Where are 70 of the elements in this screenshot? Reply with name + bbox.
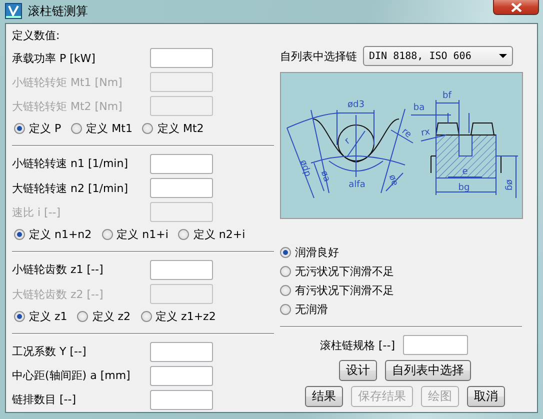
radio-button[interactable] bbox=[14, 123, 25, 134]
radio-button[interactable] bbox=[14, 310, 25, 322]
option-label[interactable]: 定义 n1+n2 bbox=[29, 227, 92, 242]
option-label[interactable]: 定义 z2 bbox=[92, 308, 131, 324]
input-field[interactable] bbox=[403, 335, 468, 355]
field-label: 链排数目 [--] bbox=[12, 392, 78, 408]
close-icon bbox=[510, 2, 522, 12]
dimension-label: ød3 bbox=[348, 100, 364, 110]
dimension-label: øg bbox=[504, 179, 514, 191]
option-label[interactable]: 无污状况下润滑不足 bbox=[295, 264, 394, 279]
app-icon bbox=[5, 3, 22, 19]
chain-dropdown[interactable]: DIN 8188, ISO 606 bbox=[363, 46, 513, 66]
field-label: 小链轮齿数 z1 [--] bbox=[12, 262, 104, 278]
dimension-label: bf bbox=[442, 91, 452, 101]
dimension-label: bg bbox=[458, 183, 470, 193]
radio-button[interactable] bbox=[140, 310, 152, 322]
option-label[interactable]: 定义 z1 bbox=[29, 308, 68, 324]
radio-button[interactable] bbox=[280, 285, 291, 296]
option-label[interactable]: 有污状况下润滑不足 bbox=[295, 283, 394, 298]
section-heading: 定义数值: bbox=[12, 28, 61, 44]
field-label: 小链轮转速 n1 [1/min] bbox=[12, 156, 129, 172]
option-label[interactable]: 润滑良好 bbox=[295, 245, 339, 260]
radio-button[interactable] bbox=[77, 310, 88, 322]
dimension-label: ødp bbox=[298, 158, 312, 178]
dimension-label: alfa bbox=[348, 180, 366, 190]
field-label: 大链轮齿数 z2 [--] bbox=[12, 286, 104, 302]
field-label: 承载功率 P [kW] bbox=[12, 50, 96, 66]
dialog-button[interactable]: 结果 bbox=[305, 386, 343, 407]
radio-button[interactable] bbox=[102, 229, 113, 240]
radio-button[interactable] bbox=[280, 266, 291, 277]
option-label[interactable]: 定义 P bbox=[29, 121, 62, 136]
input-field[interactable] bbox=[150, 342, 213, 362]
close-button[interactable] bbox=[493, 0, 539, 15]
field-label: 自列表中选择链 bbox=[280, 48, 357, 64]
option-label[interactable]: 定义 n1+i bbox=[116, 227, 168, 242]
dimension-label: re bbox=[400, 126, 413, 140]
field-label: 速比 i [--] bbox=[12, 204, 62, 220]
radio-button[interactable] bbox=[280, 247, 291, 258]
input-field[interactable] bbox=[150, 48, 213, 68]
radio-button[interactable] bbox=[178, 229, 190, 240]
radio-button[interactable] bbox=[71, 123, 82, 134]
dialog-button[interactable]: 取消 bbox=[467, 386, 505, 407]
field-label: 工况系数 Y [--] bbox=[12, 344, 88, 360]
dimension-label: e bbox=[462, 167, 468, 177]
dimension-label: rx bbox=[420, 127, 431, 139]
option-label[interactable]: 定义 Mt2 bbox=[157, 121, 204, 136]
field-label: 滚柱链规格 [--] bbox=[320, 338, 396, 352]
dropdown-arrow-icon bbox=[499, 54, 507, 58]
field-label: 大链轮转速 n2 [1/min] bbox=[12, 180, 129, 196]
field-label: 大链轮转矩 Mt2 [Nm] bbox=[12, 98, 124, 114]
dimension-label: ba bbox=[413, 103, 425, 113]
radio-button[interactable] bbox=[142, 123, 154, 134]
input-field[interactable] bbox=[150, 260, 213, 280]
dialog-button[interactable]: 自列表中选择 bbox=[385, 360, 471, 381]
window-title: 滚柱链测算 bbox=[28, 2, 88, 20]
dialog-button[interactable]: 设计 bbox=[339, 360, 377, 381]
field-label: 中心距(轴间距) a [mm] bbox=[12, 368, 132, 384]
option-label[interactable]: 定义 z1+z2 bbox=[156, 308, 216, 324]
option-label[interactable]: 无润滑 bbox=[295, 302, 328, 317]
option-label[interactable]: 定义 n2+i bbox=[193, 227, 246, 242]
input-field[interactable] bbox=[150, 178, 213, 198]
input-field[interactable] bbox=[150, 366, 213, 386]
input-field[interactable] bbox=[150, 154, 213, 174]
radio-button[interactable] bbox=[280, 304, 291, 315]
radio-button[interactable] bbox=[14, 229, 25, 240]
option-label[interactable]: 定义 Mt1 bbox=[86, 121, 132, 136]
dimension-label: r bbox=[343, 136, 352, 146]
field-label: 小链轮转矩 Mt1 [Nm] bbox=[12, 74, 124, 90]
dimension-label: øe bbox=[386, 174, 400, 188]
input-field[interactable] bbox=[150, 390, 213, 410]
